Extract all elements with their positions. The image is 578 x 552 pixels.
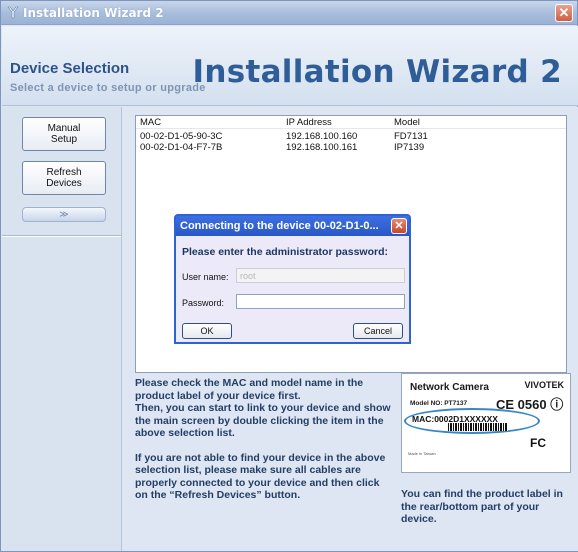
page-title: Device Selection	[10, 60, 130, 77]
barcode-icon	[448, 423, 508, 431]
dialog-title[interactable]: Connecting to the device 00-02-D1-0...	[176, 216, 409, 236]
title-bar[interactable]: Installation Wizard 2 ✕	[1, 1, 577, 25]
vivotek-logo: VIVOTEK	[524, 380, 564, 390]
brand-title: Installation Wizard 2	[192, 54, 562, 90]
dialog-close-button[interactable]: ✕	[391, 218, 407, 234]
cancel-button[interactable]: Cancel	[353, 323, 403, 339]
sidebar-divider	[2, 235, 121, 237]
dialog-prompt: Please enter the administrator password:	[182, 246, 388, 258]
username-field[interactable]: root	[236, 268, 405, 283]
label-product-name: Network Camera	[410, 382, 489, 393]
instruction-text-3: If you are not able to find your device …	[135, 451, 386, 502]
device-model: IP7139	[394, 142, 425, 153]
expand-chevron-icon[interactable]: ≫	[22, 207, 106, 222]
password-label: Password:	[182, 298, 225, 308]
device-mac: 00-02-D1-04-F7-7B	[140, 142, 223, 153]
list-item[interactable]: 00-02-D1-04-F7-7B 192.168.100.161 IP7139	[136, 142, 566, 153]
fc-mark-icon: FC	[530, 436, 546, 450]
product-label-image: Network Camera VIVOTEK Model NO: PT7137 …	[401, 373, 571, 473]
column-header-ip[interactable]: IP Address	[286, 117, 332, 128]
password-dialog: Connecting to the device 00-02-D1-0... ✕…	[174, 214, 411, 344]
refresh-devices-button[interactable]: Refresh Devices	[22, 161, 106, 195]
label-fine-print: Made in Taiwan	[408, 451, 436, 456]
list-header: MAC IP Address Model	[136, 116, 566, 129]
username-label: User name:	[182, 272, 229, 282]
device-ip: 192.168.100.161	[286, 142, 358, 153]
column-header-model[interactable]: Model	[394, 117, 420, 128]
device-model: FD7131	[394, 131, 428, 142]
app-icon	[7, 6, 19, 19]
manual-setup-button[interactable]: Manual Setup	[22, 117, 106, 151]
device-mac: 00-02-D1-05-90-3C	[140, 131, 223, 142]
window-close-button[interactable]: ✕	[555, 4, 573, 22]
instructions: Please check the MAC and model name in t…	[135, 377, 393, 514]
sidebar: Manual Setup Refresh Devices ≫	[2, 107, 122, 551]
installation-wizard-window: Installation Wizard 2 ✕ Device Selection…	[0, 0, 578, 552]
label-location-hint: You can find the product label in the re…	[401, 488, 563, 525]
device-ip: 192.168.100.160	[286, 131, 358, 142]
label-model-number: Model NO: PT7137	[410, 400, 468, 407]
list-item[interactable]: 00-02-D1-05-90-3C 192.168.100.160 FD7131	[136, 131, 566, 142]
page-subtitle: Select a device to setup or upgrade	[10, 82, 206, 94]
instruction-text-2: Then, you can start to link to your devi…	[135, 402, 391, 439]
column-header-mac[interactable]: MAC	[140, 117, 161, 128]
header-banner: Device Selection Select a device to setu…	[2, 26, 578, 106]
instruction-text-1: Please check the MAC and model name in t…	[135, 377, 364, 402]
ok-button[interactable]: OK	[182, 323, 232, 339]
password-field[interactable]	[236, 294, 405, 309]
window-title: Installation Wizard 2	[23, 6, 164, 20]
